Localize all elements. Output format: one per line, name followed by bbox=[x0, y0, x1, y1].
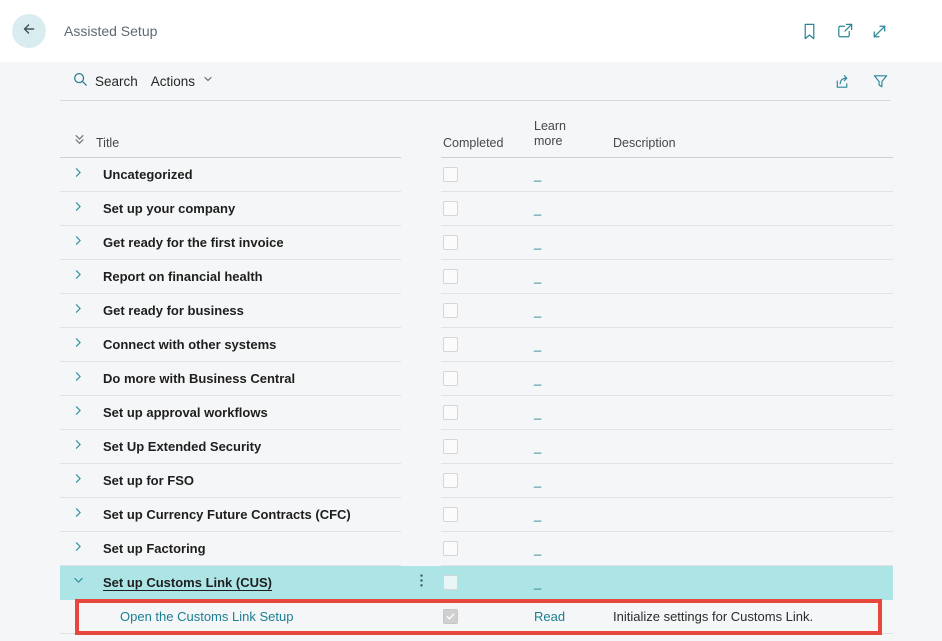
row-title[interactable]: Set Up Extended Security bbox=[103, 439, 261, 454]
row-title[interactable]: Set up for FSO bbox=[103, 473, 194, 488]
learn-more-link[interactable]: Read bbox=[534, 609, 565, 624]
setup-category-row[interactable]: Do more with Business Central _ bbox=[60, 362, 893, 396]
completed-checkbox[interactable] bbox=[443, 235, 458, 250]
learn-more-link[interactable]: _ bbox=[534, 473, 541, 488]
setup-category-row[interactable]: Get ready for business _ bbox=[60, 294, 893, 328]
chevron-right-icon[interactable] bbox=[72, 370, 85, 388]
chevron-right-icon[interactable] bbox=[72, 472, 85, 490]
completed-checkbox[interactable] bbox=[443, 201, 458, 216]
completed-checkbox[interactable] bbox=[443, 405, 458, 420]
back-button[interactable] bbox=[12, 14, 46, 48]
bookmark-icon[interactable] bbox=[800, 22, 819, 41]
chevron-right-icon[interactable] bbox=[72, 506, 85, 524]
chevron-right-icon[interactable] bbox=[72, 200, 85, 218]
completed-checkbox[interactable] bbox=[443, 507, 458, 522]
setup-category-row[interactable]: Set up Currency Future Contracts (CFC) _ bbox=[60, 498, 893, 532]
chevron-right-icon[interactable] bbox=[72, 234, 85, 252]
row-title[interactable]: Set up approval workflows bbox=[103, 405, 268, 420]
setup-category-row[interactable]: Get ready for the first invoice _ bbox=[60, 226, 893, 260]
table-header-row: Title Completed Learn more Description bbox=[60, 114, 893, 158]
chevron-right-icon[interactable] bbox=[72, 302, 85, 320]
row-context-menu-icon[interactable] bbox=[414, 573, 429, 593]
column-header-description[interactable]: Description bbox=[611, 136, 893, 158]
chevron-right-icon[interactable] bbox=[72, 336, 85, 354]
chevron-right-icon[interactable] bbox=[72, 166, 85, 184]
setup-category-row[interactable]: Set up Customs Link (CUS) _ bbox=[60, 566, 893, 600]
setup-category-row[interactable]: Set up approval workflows _ bbox=[60, 396, 893, 430]
assisted-setup-list: Search Actions Title Completed Learn mor… bbox=[0, 62, 942, 641]
learn-more-link[interactable]: _ bbox=[534, 371, 541, 386]
chevron-down-icon[interactable] bbox=[72, 574, 85, 592]
open-in-new-window-icon[interactable] bbox=[835, 22, 854, 41]
setup-category-row[interactable]: Report on financial health _ bbox=[60, 260, 893, 294]
search-icon bbox=[72, 71, 88, 92]
learn-more-link[interactable]: _ bbox=[534, 541, 541, 556]
row-title[interactable]: Report on financial health bbox=[103, 269, 263, 284]
learn-more-link[interactable]: _ bbox=[534, 439, 541, 454]
column-header-learn-more[interactable]: Learn more bbox=[532, 119, 611, 158]
row-title[interactable]: Open the Customs Link Setup bbox=[103, 609, 293, 624]
share-icon[interactable] bbox=[833, 72, 852, 91]
row-title[interactable]: Set up your company bbox=[103, 201, 235, 216]
learn-more-link[interactable]: _ bbox=[534, 201, 541, 216]
row-description: Initialize settings for Customs Link. bbox=[613, 609, 813, 624]
search-button[interactable]: Search Actions bbox=[72, 71, 214, 92]
completed-checkbox[interactable] bbox=[443, 439, 458, 454]
expand-icon[interactable] bbox=[870, 22, 889, 41]
setup-category-row[interactable]: Set Up Extended Security _ bbox=[60, 430, 893, 464]
filter-icon[interactable] bbox=[871, 72, 890, 91]
completed-checkbox[interactable] bbox=[443, 371, 458, 386]
back-arrow-icon bbox=[20, 20, 38, 43]
column-header-title[interactable]: Title bbox=[96, 136, 401, 158]
search-label: Search bbox=[95, 74, 138, 89]
column-header-completed[interactable]: Completed bbox=[441, 136, 532, 158]
completed-checkbox[interactable] bbox=[443, 269, 458, 284]
learn-more-link[interactable]: _ bbox=[534, 167, 541, 182]
row-title[interactable]: Set up Customs Link (CUS) bbox=[103, 575, 272, 590]
row-title[interactable]: Connect with other systems bbox=[103, 337, 276, 352]
row-title[interactable]: Do more with Business Central bbox=[103, 371, 295, 386]
setup-category-row[interactable]: Connect with other systems _ bbox=[60, 328, 893, 362]
collapse-all-icon[interactable] bbox=[60, 132, 96, 158]
learn-more-link[interactable]: _ bbox=[534, 575, 541, 590]
completed-checkbox[interactable] bbox=[443, 575, 458, 590]
page-title: Assisted Setup bbox=[64, 23, 157, 39]
learn-more-link[interactable]: _ bbox=[534, 337, 541, 352]
learn-more-link[interactable]: _ bbox=[534, 269, 541, 284]
completed-checkbox[interactable] bbox=[443, 303, 458, 318]
learn-more-link[interactable]: _ bbox=[534, 507, 541, 522]
setup-category-row[interactable]: Uncategorized _ bbox=[60, 158, 893, 192]
completed-checkbox[interactable] bbox=[443, 541, 458, 556]
action-bar: Search Actions bbox=[0, 62, 942, 100]
actions-menu[interactable]: Actions bbox=[151, 74, 195, 89]
completed-checkbox[interactable] bbox=[443, 337, 458, 352]
chevron-down-icon[interactable] bbox=[202, 72, 214, 90]
completed-checkbox bbox=[443, 609, 458, 624]
completed-checkbox[interactable] bbox=[443, 473, 458, 488]
setup-category-row[interactable]: Set up Factoring _ bbox=[60, 532, 893, 566]
chevron-right-icon[interactable] bbox=[72, 268, 85, 286]
completed-checkbox[interactable] bbox=[443, 167, 458, 182]
setup-category-row[interactable]: Set up for FSO _ bbox=[60, 464, 893, 498]
row-title[interactable]: Uncategorized bbox=[103, 167, 193, 182]
table-body: Uncategorized_Set up your company_Get re… bbox=[0, 158, 942, 634]
row-title[interactable]: Get ready for the first invoice bbox=[103, 235, 284, 250]
learn-more-link[interactable]: _ bbox=[534, 405, 541, 420]
top-bar: Assisted Setup bbox=[0, 0, 942, 62]
chevron-right-icon[interactable] bbox=[72, 438, 85, 456]
row-title[interactable]: Get ready for business bbox=[103, 303, 244, 318]
learn-more-link[interactable]: _ bbox=[534, 235, 541, 250]
setup-category-row[interactable]: Set up your company _ bbox=[60, 192, 893, 226]
row-title[interactable]: Set up Currency Future Contracts (CFC) bbox=[103, 507, 351, 522]
learn-more-link[interactable]: _ bbox=[534, 303, 541, 318]
chevron-right-icon[interactable] bbox=[72, 404, 85, 422]
setup-child-row[interactable]: Open the Customs Link Setup Read Initializ… bbox=[60, 600, 893, 634]
row-title[interactable]: Set up Factoring bbox=[103, 541, 206, 556]
chevron-right-icon[interactable] bbox=[72, 540, 85, 558]
